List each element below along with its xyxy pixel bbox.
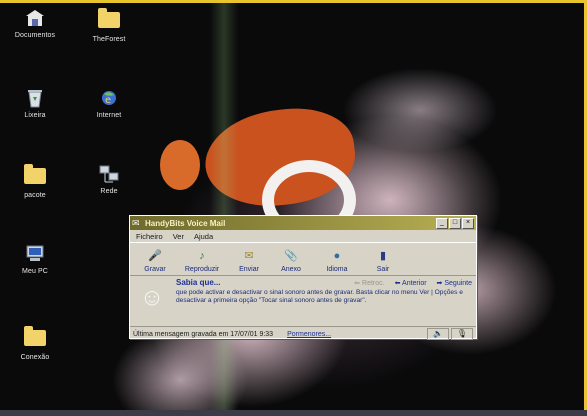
- app-icon: ✉: [132, 218, 140, 228]
- toolbar-label: Gravar: [144, 266, 166, 273]
- details-link[interactable]: Pormenores...: [287, 331, 331, 338]
- window-title: HandyBits Voice Mail: [145, 218, 226, 228]
- internet-icon: e: [98, 88, 120, 108]
- status-text: Última mensagem gravada em 17/07/01 9:33: [133, 330, 274, 338]
- desktop-wallpaper: [0, 0, 587, 416]
- close-button[interactable]: ×: [462, 217, 474, 229]
- desktop-icon-pacote[interactable]: pacote: [0, 164, 70, 199]
- send-button[interactable]: ✉ Enviar: [228, 249, 270, 275]
- tip-previous-label: Anterior: [402, 279, 427, 287]
- language-button[interactable]: ● Idioma: [312, 249, 362, 275]
- tip-back-label: Retroc.: [362, 279, 385, 287]
- network-icon: [98, 164, 120, 184]
- folder-icon: [24, 164, 46, 188]
- attach-icon: 📎: [284, 250, 298, 262]
- taskbar-edge: [0, 410, 587, 416]
- microphone-icon[interactable]: 🎙: [451, 328, 473, 340]
- language-icon: ●: [333, 250, 341, 262]
- toolbar-label: Enviar: [239, 266, 259, 273]
- tip-heading: Sabia que...: [176, 278, 221, 287]
- desktop-icon-label: Internet: [96, 112, 122, 119]
- record-button[interactable]: 🎤 Gravar: [134, 249, 176, 275]
- status-bar: Última mensagem gravada em 17/07/01 9:33…: [130, 326, 476, 341]
- assistant-character-icon: ☺: [139, 284, 165, 311]
- tip-text: que pode activar e desactivar o sinal so…: [176, 289, 463, 304]
- desktop-icon-rede[interactable]: Rede: [74, 164, 144, 195]
- send-icon: ✉: [244, 250, 254, 262]
- desktop-icon-documentos[interactable]: Documentos: [0, 8, 70, 39]
- voice-mail-window[interactable]: ✉ HandyBits Voice Mail _ □ × Ficheiro Ve…: [129, 215, 477, 341]
- desktop-icon-conexao[interactable]: Conexão: [0, 326, 70, 361]
- exit-icon: ▮: [379, 250, 387, 262]
- svg-text:e: e: [105, 95, 111, 106]
- maximize-button[interactable]: □: [449, 217, 461, 229]
- exit-button[interactable]: ▮ Sair: [362, 249, 404, 275]
- title-bar[interactable]: ✉ HandyBits Voice Mail _ □ ×: [130, 216, 476, 230]
- folder-icon: [98, 8, 120, 32]
- desktop-icon-internet[interactable]: e Internet: [74, 88, 144, 119]
- record-icon: 🎤: [148, 250, 162, 262]
- tip-panel: ☺ Sabia que... ⇐ Retroc. ⬅ Anterior ➡ Se…: [130, 276, 476, 326]
- desktop-icon-label: pacote: [24, 192, 46, 199]
- play-button[interactable]: ♪ Reproduzir: [176, 249, 228, 275]
- tip-back-button[interactable]: ⇐ Retroc.: [354, 279, 384, 287]
- desktop-icon-lixeira[interactable]: Lixeira: [0, 88, 70, 119]
- minimize-button[interactable]: _: [436, 217, 448, 229]
- computer-icon: [24, 244, 46, 264]
- desktop-icon-label: Meu PC: [22, 268, 48, 275]
- screen-glare: [210, 0, 238, 416]
- menu-bar: Ficheiro Ver Ajuda: [130, 230, 476, 242]
- desktop-icon-label: Rede: [100, 188, 118, 195]
- desktop-icon-theforest[interactable]: TheForest: [74, 8, 144, 43]
- recycle-bin-icon: [24, 88, 46, 108]
- volume-icon[interactable]: 🔈: [427, 328, 449, 340]
- menu-ficheiro[interactable]: Ficheiro: [136, 232, 163, 241]
- tip-next-button[interactable]: ➡ Seguinte: [437, 279, 472, 287]
- monitor-rim-top: [0, 0, 587, 3]
- menu-ver[interactable]: Ver: [173, 232, 184, 241]
- clownfish-fin: [160, 140, 200, 190]
- toolbar-label: Idioma: [326, 266, 348, 273]
- menu-ajuda[interactable]: Ajuda: [194, 232, 213, 241]
- toolbar-label: Reproduzir: [184, 266, 220, 273]
- desktop-icon-meu-pc[interactable]: Meu PC: [0, 244, 70, 275]
- tip-previous-button[interactable]: ⬅ Anterior: [395, 279, 427, 287]
- desktop-icon-label: Lixeira: [24, 112, 46, 119]
- play-icon: ♪: [199, 250, 205, 262]
- desktop-icon-label: Conexão: [20, 354, 50, 361]
- desktop-icon-label: Documentos: [14, 32, 56, 39]
- attach-button[interactable]: 📎 Anexo: [270, 249, 312, 275]
- tip-next-label: Seguinte: [444, 279, 472, 287]
- toolbar-label: Sair: [376, 266, 390, 273]
- folder-icon: [24, 326, 46, 350]
- desktop-icon-label: TheForest: [92, 36, 126, 43]
- documents-icon: [24, 8, 46, 28]
- toolbar: 🎤 Gravar ♪ Reproduzir ✉ Enviar 📎 Anexo ●…: [130, 242, 476, 276]
- toolbar-label: Anexo: [281, 266, 301, 273]
